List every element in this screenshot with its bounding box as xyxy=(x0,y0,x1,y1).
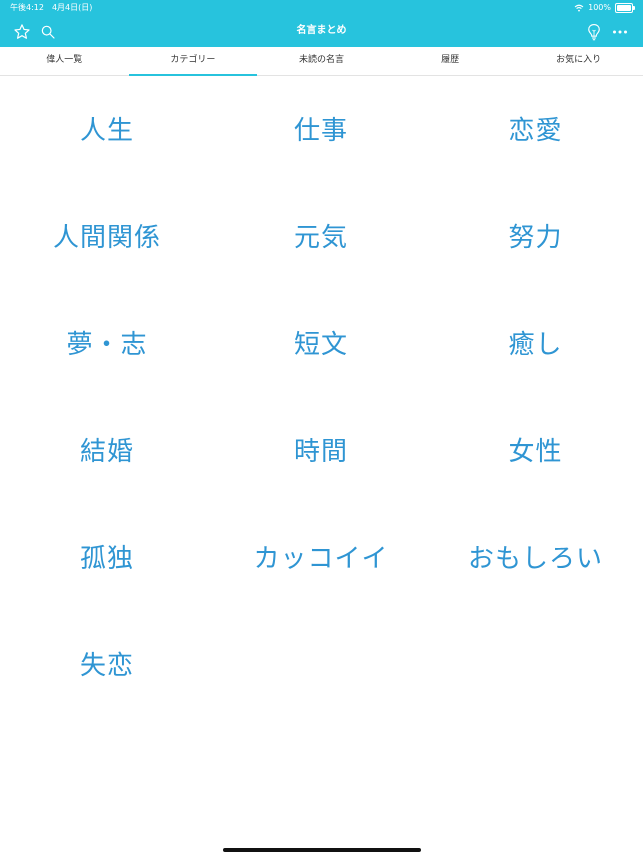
category-item-funny[interactable]: おもしろい xyxy=(428,503,643,610)
category-item-effort[interactable]: 努力 xyxy=(428,182,643,289)
category-item-dreams[interactable]: 夢・志 xyxy=(0,289,214,396)
category-item-life[interactable]: 人生 xyxy=(0,75,214,182)
category-grid: 人生 仕事 恋愛 人間関係 元気 努力 夢・志 短文 癒し 結婚 時間 女性 孤… xyxy=(0,75,643,717)
category-item-cool[interactable]: カッコイイ xyxy=(214,503,428,610)
category-item-time[interactable]: 時間 xyxy=(214,396,428,503)
lightbulb-icon[interactable] xyxy=(583,21,605,43)
category-item-work[interactable]: 仕事 xyxy=(214,75,428,182)
tab-category[interactable]: カテゴリー xyxy=(128,47,258,76)
tab-history[interactable]: 履歴 xyxy=(386,47,515,75)
tab-bar: 偉人一覧 カテゴリー 未読の名言 履歴 お気に入り xyxy=(0,47,643,76)
tab-unread[interactable]: 未読の名言 xyxy=(257,47,386,75)
battery-percent: 100% xyxy=(588,3,611,12)
category-item-energy[interactable]: 元気 xyxy=(214,182,428,289)
category-item-healing[interactable]: 癒し xyxy=(428,289,643,396)
more-icon[interactable] xyxy=(609,21,631,43)
category-item-marriage[interactable]: 結婚 xyxy=(0,396,214,503)
category-item-love[interactable]: 恋愛 xyxy=(428,75,643,182)
tab-people-list[interactable]: 偉人一覧 xyxy=(0,47,129,75)
status-indicators: 100% xyxy=(574,3,635,13)
category-item-short[interactable]: 短文 xyxy=(214,289,428,396)
category-item-women[interactable]: 女性 xyxy=(428,396,643,503)
wifi-icon xyxy=(574,4,584,12)
page-title: 名言まとめ xyxy=(296,25,347,36)
tab-favorites[interactable]: お気に入り xyxy=(514,47,643,75)
category-item-relationships[interactable]: 人間関係 xyxy=(0,182,214,289)
top-bar: 午後4:12 4月4日(日) 100% 名言まとめ xyxy=(0,0,643,47)
category-item-solitude[interactable]: 孤独 xyxy=(0,503,214,610)
home-indicator[interactable] xyxy=(223,848,421,852)
category-item-heartbreak[interactable]: 失恋 xyxy=(0,610,214,717)
battery-icon xyxy=(615,3,635,13)
status-time-date: 午後4:12 4月4日(日) xyxy=(10,3,93,12)
